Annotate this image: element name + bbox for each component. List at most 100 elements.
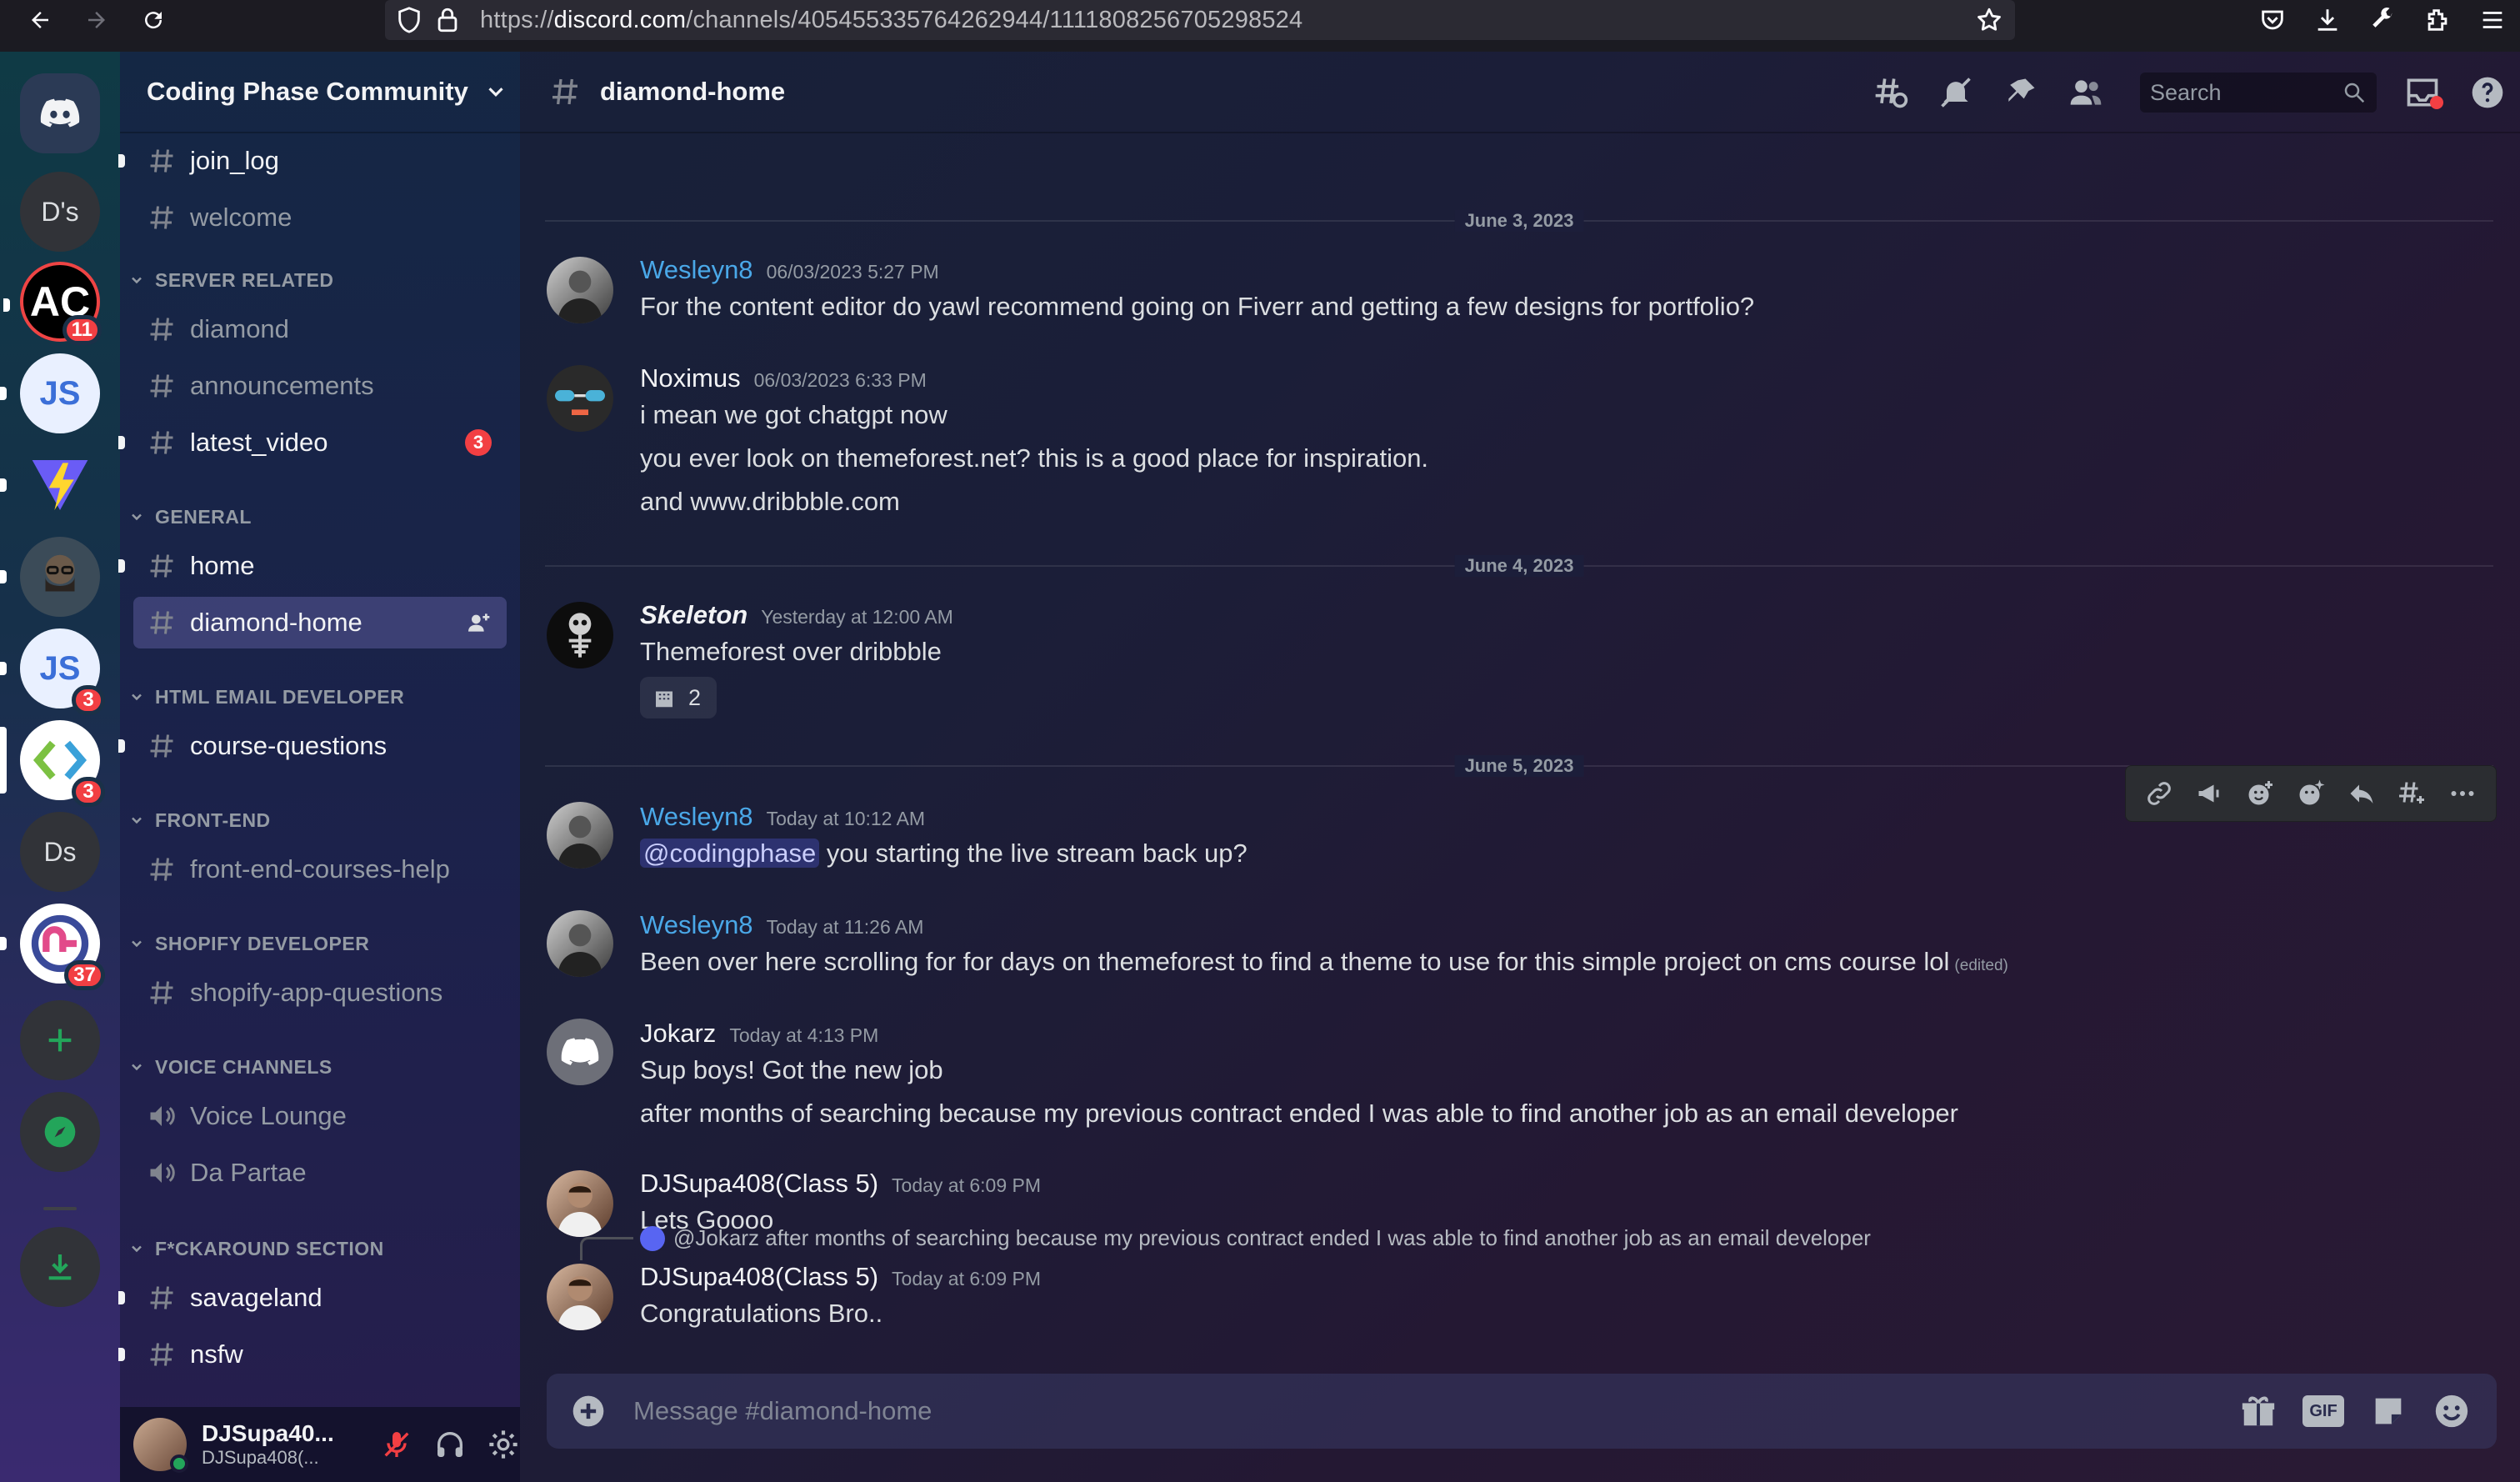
shield-icon[interactable] xyxy=(395,6,423,34)
category-voice[interactable]: VOICE CHANNELS xyxy=(128,1050,332,1084)
message-author[interactable]: Wesleyn8 xyxy=(640,255,753,285)
copy-link-icon[interactable] xyxy=(2144,779,2174,809)
emoji-icon[interactable] xyxy=(2432,1392,2471,1430)
category-server-related[interactable]: SERVER RELATED xyxy=(128,263,333,297)
server-ac[interactable]: AC 11 xyxy=(3,262,102,345)
reply-reference[interactable]: @Jokarz after months of searching becaus… xyxy=(640,1225,1871,1251)
user-avatar[interactable] xyxy=(547,365,613,432)
voice-channel-lounge[interactable]: Voice Lounge xyxy=(133,1090,507,1142)
search-input[interactable]: Search xyxy=(2140,73,2377,113)
message-author[interactable]: Wesleyn8 xyxy=(640,910,753,940)
message-author[interactable]: DJSupa408(Class 5) xyxy=(640,1169,878,1199)
server-js-2[interactable]: JS 3 xyxy=(0,628,105,715)
reply-icon[interactable] xyxy=(2347,779,2377,809)
message-input-placeholder[interactable]: Message #diamond-home xyxy=(633,1396,932,1426)
hashtag-icon xyxy=(150,611,173,634)
user-avatar[interactable] xyxy=(547,1170,613,1237)
headphones-icon[interactable] xyxy=(433,1428,467,1461)
server-avatar-glasses[interactable] xyxy=(0,537,100,617)
lock-icon[interactable] xyxy=(433,6,462,34)
megaphone-icon[interactable] xyxy=(2195,779,2225,809)
message-author[interactable]: DJSupa408(Class 5) xyxy=(640,1262,878,1292)
category-general[interactable]: GENERAL xyxy=(128,500,252,533)
message-timestamp: 06/03/2023 6:33 PM xyxy=(753,369,927,391)
user-avatar[interactable] xyxy=(547,257,613,323)
pocket-icon[interactable] xyxy=(2258,6,2287,34)
channel-course-questions[interactable]: course-questions xyxy=(118,720,507,772)
user-avatar[interactable] xyxy=(547,1019,613,1085)
gift-icon[interactable] xyxy=(2239,1392,2278,1430)
category-front-end[interactable]: FRONT-END xyxy=(128,804,271,837)
user-names[interactable]: DJSupa40... DJSupa408(... xyxy=(202,1420,360,1469)
bookmark-star-icon[interactable] xyxy=(1975,6,2003,34)
add-server-button[interactable] xyxy=(20,1000,100,1080)
member-list-icon[interactable] xyxy=(2068,74,2104,111)
server-js-mastery[interactable]: JS xyxy=(0,353,100,433)
channel-diamond[interactable]: diamond xyxy=(133,303,507,355)
channel-shopify-app[interactable]: shopify-app-questions xyxy=(133,967,507,1019)
upload-plus-icon[interactable] xyxy=(570,1393,607,1429)
more-options-icon[interactable] xyxy=(2448,779,2478,809)
message-author[interactable]: Jokarz xyxy=(640,1019,716,1049)
menu-icon[interactable] xyxy=(2478,6,2507,34)
download-icon xyxy=(48,1254,72,1280)
channel-latest-video[interactable]: latest_video 3 xyxy=(118,417,507,468)
inbox-button[interactable] xyxy=(2390,74,2455,111)
notification-muted-icon[interactable] xyxy=(1938,74,1974,111)
category-html-email[interactable]: HTML EMAIL DEVELOPER xyxy=(128,680,404,713)
user-avatar[interactable] xyxy=(547,802,613,869)
sticker-icon[interactable] xyxy=(2369,1392,2408,1430)
user-avatar[interactable] xyxy=(547,1264,613,1330)
channel-label: diamond-home xyxy=(190,608,362,637)
pin-icon[interactable] xyxy=(2002,74,2039,111)
server-header[interactable]: Coding Phase Community xyxy=(120,52,520,133)
message-author[interactable]: Skeleton xyxy=(640,600,748,630)
user-avatar[interactable] xyxy=(133,1418,188,1473)
message-author[interactable]: Noximus xyxy=(640,363,741,393)
voice-channel-da-partae[interactable]: Da Partae xyxy=(133,1147,507,1199)
explore-servers-button[interactable] xyxy=(20,1092,100,1172)
url-bar[interactable]: https://discord.com/channels/40545533576… xyxy=(385,0,2015,40)
forward-button[interactable] xyxy=(80,3,113,37)
threads-icon[interactable] xyxy=(1872,74,1909,111)
channel-nsfw[interactable]: nsfw xyxy=(118,1329,507,1380)
user-avatar[interactable] xyxy=(547,910,613,977)
extensions-icon[interactable] xyxy=(2423,6,2452,34)
channel-savageland[interactable]: savageland xyxy=(118,1272,507,1324)
channel-join-log[interactable]: join_log xyxy=(118,135,507,187)
add-member-icon[interactable] xyxy=(465,609,492,636)
add-reaction-icon[interactable] xyxy=(2245,779,2275,809)
server-vite[interactable] xyxy=(0,445,100,525)
server-coding-phase[interactable]: 3 xyxy=(0,720,105,807)
category-shopify[interactable]: SHOPIFY DEVELOPER xyxy=(128,927,369,960)
super-reaction-icon[interactable] xyxy=(2296,779,2326,809)
reload-button[interactable] xyxy=(137,3,170,37)
reaction-chip[interactable]: 2 xyxy=(640,677,717,718)
channel-home[interactable]: home xyxy=(118,540,507,592)
wrench-icon[interactable] xyxy=(2368,6,2397,34)
back-button[interactable] xyxy=(23,3,57,37)
message-composer[interactable]: Message #diamond-home GIF xyxy=(547,1374,2497,1449)
create-thread-icon[interactable] xyxy=(2397,779,2427,809)
gif-button[interactable]: GIF xyxy=(2302,1395,2344,1427)
channel-sidebar: Coding Phase Community join_log welcome … xyxy=(118,52,520,1482)
download-apps-button[interactable] xyxy=(20,1227,100,1307)
message-timestamp: Yesterday at 12:00 AM xyxy=(761,606,953,628)
url-text[interactable]: https://discord.com/channels/40545533576… xyxy=(480,7,1302,34)
channel-welcome[interactable]: welcome xyxy=(133,192,507,243)
category-fckaround[interactable]: F*CKAROUND SECTION xyxy=(128,1232,384,1265)
download-icon[interactable] xyxy=(2313,6,2342,34)
server-ds-2[interactable]: Ds xyxy=(20,812,100,892)
home-button[interactable] xyxy=(20,73,100,153)
user-avatar[interactable] xyxy=(547,602,613,668)
channel-front-end-help[interactable]: front-end-courses-help xyxy=(133,844,507,895)
channel-diamond-home[interactable]: diamond-home xyxy=(133,597,507,648)
user-mention[interactable]: @codingphase xyxy=(640,839,820,868)
server-ds[interactable]: D's xyxy=(20,172,100,252)
mic-muted-icon[interactable] xyxy=(380,1428,413,1461)
message-author[interactable]: Wesleyn8 xyxy=(640,802,753,832)
server-ring-logo[interactable]: 37 xyxy=(0,904,105,990)
settings-gear-icon[interactable] xyxy=(487,1428,520,1461)
help-icon[interactable] xyxy=(2469,74,2506,111)
channel-announcements[interactable]: announcements xyxy=(133,360,507,412)
